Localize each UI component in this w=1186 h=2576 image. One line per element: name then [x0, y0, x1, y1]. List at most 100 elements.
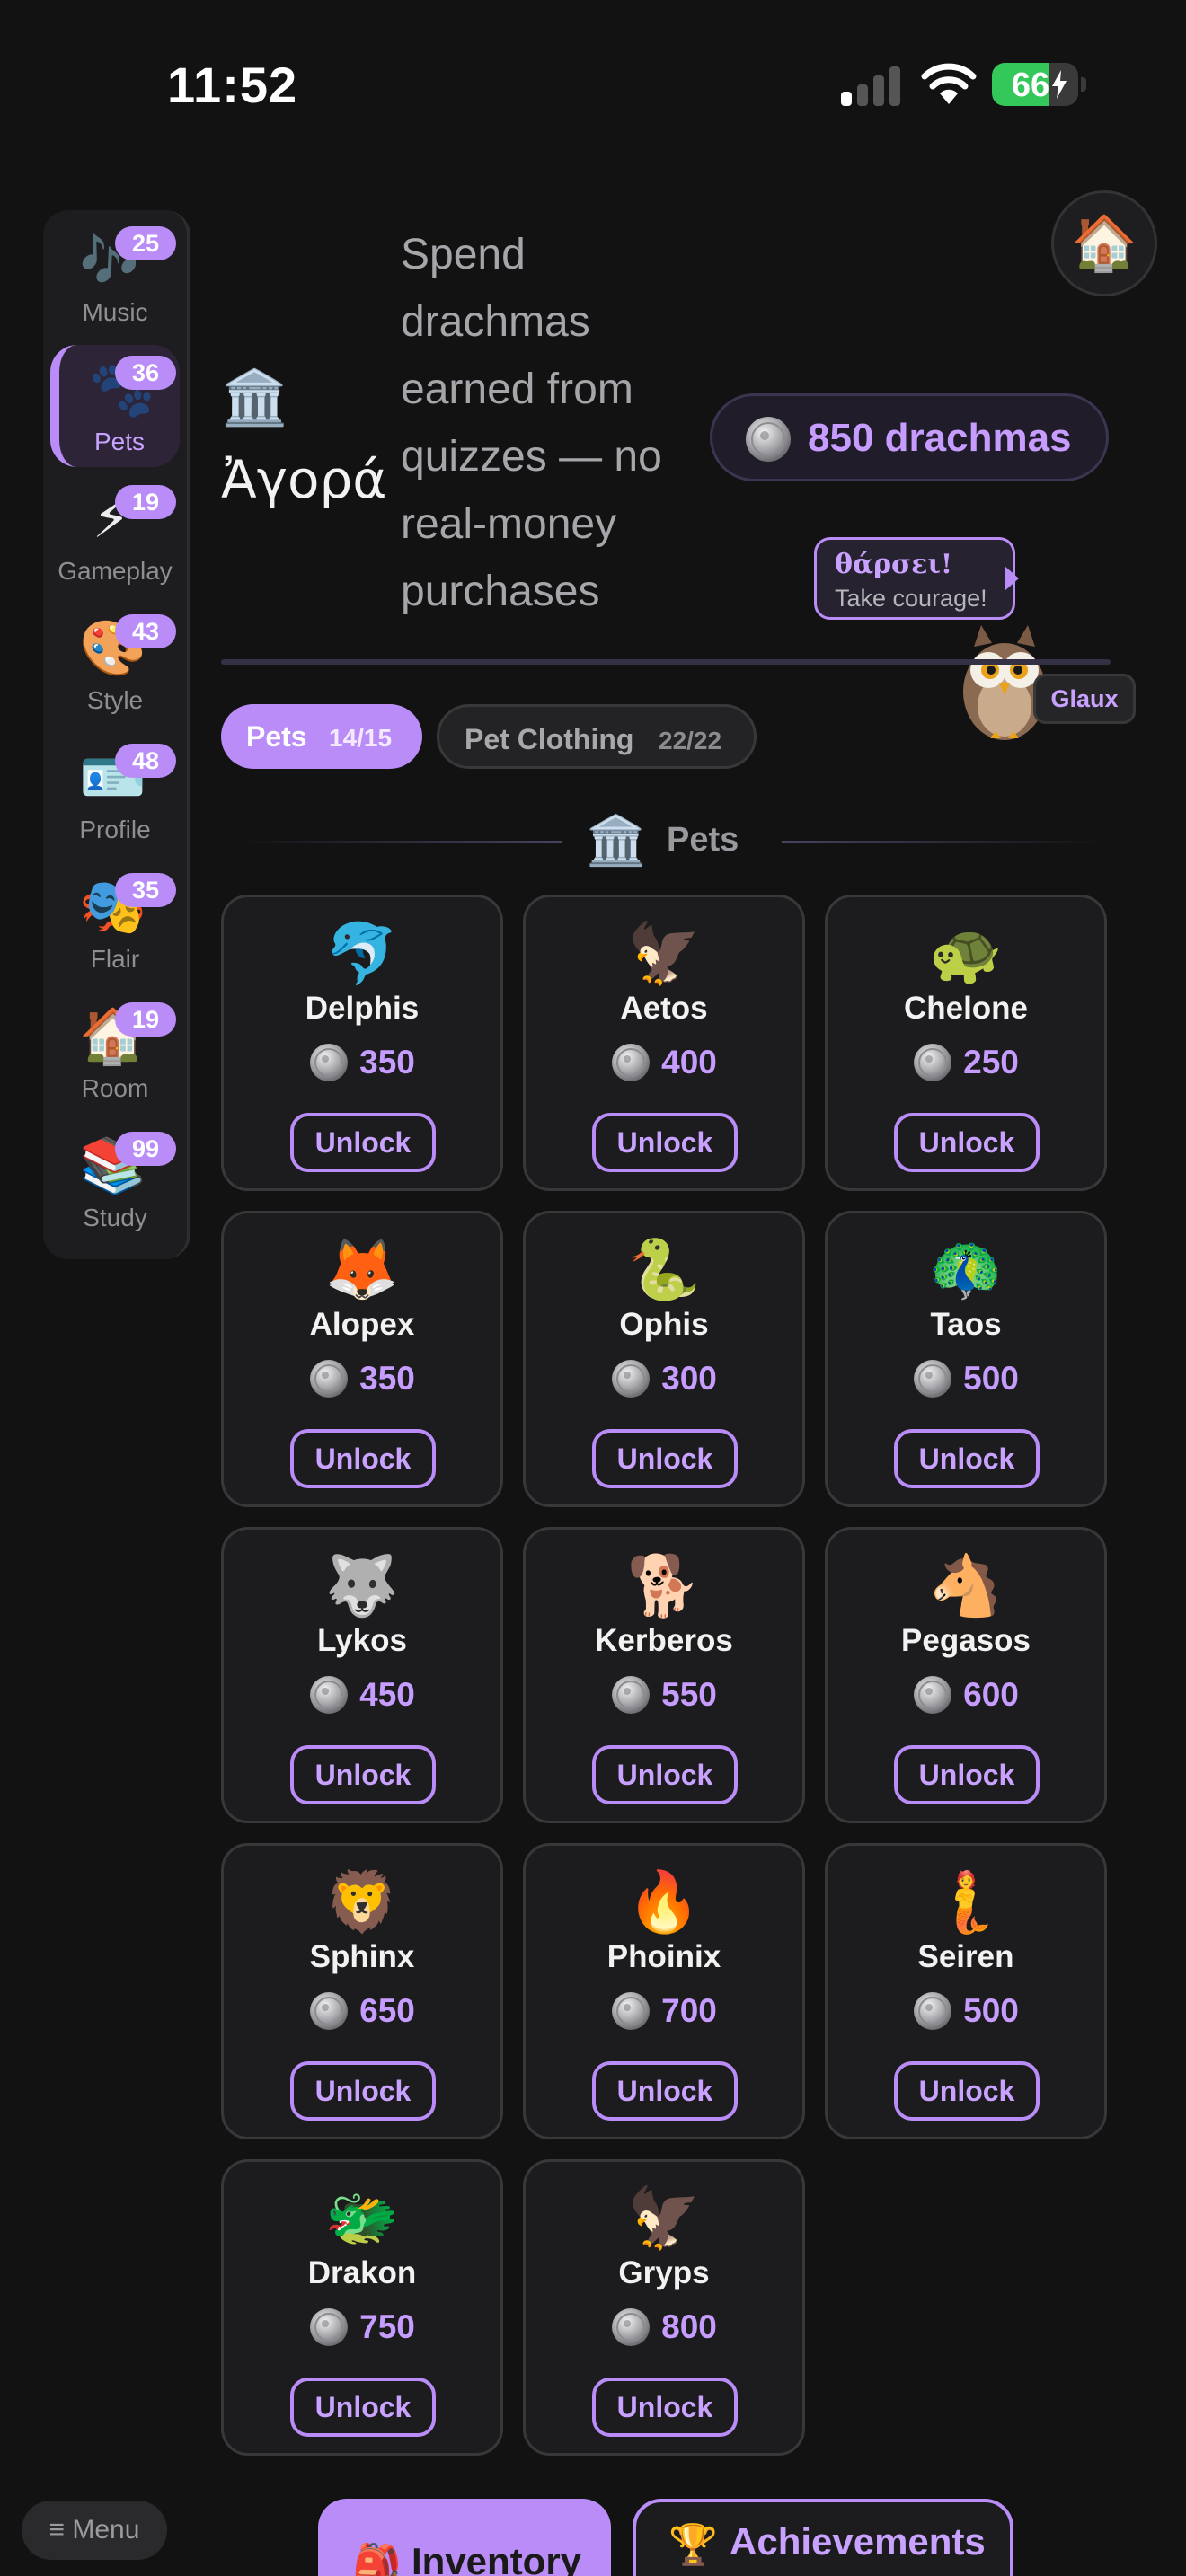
pet-card-pegasos: 🐴 Pegasos 600 Unlock [825, 1527, 1107, 1823]
pet-name: Lykos [317, 1623, 407, 1658]
drachma-balance: 850 drachmas [710, 393, 1109, 481]
sidebar-item-label: Room [81, 1074, 149, 1102]
pet-icon: 🐍 [626, 1236, 702, 1302]
sidebar-item-badge: 19 [115, 485, 176, 519]
trophy-icon: 🏆 [668, 2523, 718, 2567]
pet-card-ophis: 🐍 Ophis 300 Unlock [523, 1211, 805, 1507]
classical-building-icon: 🏛️ [221, 367, 288, 428]
pet-price-value: 350 [359, 1360, 415, 1397]
tab-label: Pets [246, 720, 307, 753]
sidebar-item-music[interactable]: 🎶 25 Music [50, 216, 180, 338]
menu-button[interactable]: ≡ Menu [22, 2501, 167, 2560]
pet-name: Gryps [618, 2255, 710, 2290]
unlock-button[interactable]: Unlock [894, 2061, 1040, 2121]
sidebar-item-label: Style [86, 686, 144, 714]
pet-icon: 🦅 [626, 920, 702, 986]
silver-coin-icon [914, 1992, 952, 2030]
pet-price-value: 350 [359, 1044, 415, 1081]
classical-building-icon: 🏛️ [586, 814, 647, 868]
pet-name: Kerberos [595, 1623, 733, 1658]
pet-card-kerberos: 🐕 Kerberos 550 Unlock [523, 1527, 805, 1823]
unlock-button[interactable]: Unlock [592, 1429, 738, 1488]
pet-price: 600 [828, 1675, 1104, 1720]
inventory-button[interactable]: 🎒 Inventory [318, 2499, 611, 2576]
unlock-button[interactable]: Unlock [592, 2061, 738, 2121]
pet-icon: 🧜 [928, 1868, 1004, 1935]
page-description: Spend drachmas earned from quizzes — no … [401, 231, 662, 615]
cellular-signal-icon [841, 66, 900, 106]
pet-card-gryps: 🦅 Gryps 800 Unlock [523, 2159, 805, 2456]
pet-price: 300 [526, 1359, 802, 1404]
unlock-button[interactable]: Unlock [592, 1113, 738, 1172]
silver-coin-icon [310, 2308, 349, 2346]
sidebar-item-flair[interactable]: 🎭 35 Flair [50, 862, 180, 984]
pet-price-value: 700 [661, 1992, 717, 2029]
unlock-button[interactable]: Unlock [290, 2378, 436, 2437]
pet-card-sphinx: 🦁 Sphinx 650 Unlock [221, 1843, 503, 2139]
sidebar-item-badge: 19 [115, 1002, 176, 1037]
pet-card-alopex: 🦊 Alopex 350 Unlock [221, 1211, 503, 1507]
sidebar-item-gameplay[interactable]: ⚡ 19 Gameplay [50, 474, 180, 596]
sidebar-item-profile[interactable]: 🪪 48 Profile [50, 733, 180, 855]
pet-name: Sphinx [309, 1939, 415, 1974]
pet-name: Taos [930, 1307, 1002, 1342]
pet-icon: 🔥 [626, 1868, 702, 1935]
pet-card-seiren: 🧜 Seiren 500 Unlock [825, 1843, 1107, 2139]
pet-icon: 🐲 [324, 2184, 400, 2251]
unlock-button[interactable]: Unlock [290, 1113, 436, 1172]
sidebar-item-study[interactable]: 📚 99 Study [50, 1121, 180, 1243]
category-sidebar: 🎶 25 Music 🐾 36 Pets ⚡ 19 Gameplay 🎨 43 Style 🪪 48 Pro… [43, 210, 190, 1259]
sidebar-item-pets[interactable]: 🐾 36 Pets [50, 345, 180, 467]
pet-name: Seiren [917, 1939, 1014, 1974]
wifi-icon [921, 63, 977, 104]
pet-price-value: 800 [661, 2308, 717, 2345]
achievements-button[interactable]: 🏆 Achievements [633, 2499, 1013, 2576]
bubble-greek-text: θάρσει! [835, 549, 953, 580]
pet-price: 700 [526, 1991, 802, 2036]
mascot-speech-bubble: θάρσει! Take courage! [814, 537, 1015, 620]
silver-coin-icon [310, 1676, 349, 1714]
silver-coin-icon [612, 1044, 651, 1081]
sidebar-item-badge: 35 [115, 873, 176, 907]
unlock-button[interactable]: Unlock [290, 2061, 436, 2121]
unlock-button[interactable]: Unlock [894, 1113, 1040, 1172]
sidebar-item-room[interactable]: 🏠 19 Room [50, 992, 180, 1114]
header-divider [221, 659, 1111, 665]
silver-coin-icon [612, 1360, 651, 1398]
silver-coin-icon [612, 1992, 651, 2030]
pet-card-lykos: 🐺 Lykos 450 Unlock [221, 1527, 503, 1823]
sidebar-item-style[interactable]: 🎨 43 Style [50, 604, 180, 726]
unlock-button[interactable]: Unlock [592, 2378, 738, 2437]
unlock-button[interactable]: Unlock [894, 1429, 1040, 1488]
pet-name: Delphis [305, 991, 420, 1026]
sidebar-item-badge: 36 [115, 356, 176, 390]
unlock-button[interactable]: Unlock [290, 1429, 436, 1488]
pet-icon: 🐴 [928, 1552, 1004, 1619]
pet-price-value: 750 [359, 2308, 415, 2345]
tab-pets[interactable]: Pets 14/15 [221, 704, 422, 769]
pet-price: 450 [224, 1675, 500, 1720]
mascot-name-label: Glaux [1033, 674, 1136, 724]
pet-price: 550 [526, 1675, 802, 1720]
sidebar-item-badge: 48 [115, 744, 176, 778]
tab-pet-clothing[interactable]: Pet Clothing 22/22 [437, 704, 757, 769]
status-bar: 11:52 66 [0, 0, 1186, 171]
page-title: Ἀγορά [221, 449, 387, 510]
pet-price-value: 300 [661, 1360, 717, 1397]
house-icon: 🏠 [1070, 213, 1138, 273]
charging-bolt-icon [1052, 70, 1067, 99]
unlock-button[interactable]: Unlock [592, 1745, 738, 1804]
pet-icon: 🦅 [626, 2184, 702, 2251]
pet-price-value: 400 [661, 1044, 717, 1081]
pet-name: Ophis [619, 1307, 709, 1342]
unlock-button[interactable]: Unlock [290, 1745, 436, 1804]
pet-price-value: 450 [359, 1676, 415, 1713]
pet-price-value: 500 [963, 1992, 1019, 2029]
home-button[interactable]: 🏠 [1051, 190, 1157, 296]
pet-price: 750 [224, 2307, 500, 2352]
unlock-button[interactable]: Unlock [894, 1745, 1040, 1804]
pet-icon: 🐕 [626, 1552, 702, 1619]
pet-name: Pegasos [901, 1623, 1031, 1658]
sidebar-item-label: Gameplay [58, 557, 173, 585]
silver-coin-icon [310, 1360, 349, 1398]
